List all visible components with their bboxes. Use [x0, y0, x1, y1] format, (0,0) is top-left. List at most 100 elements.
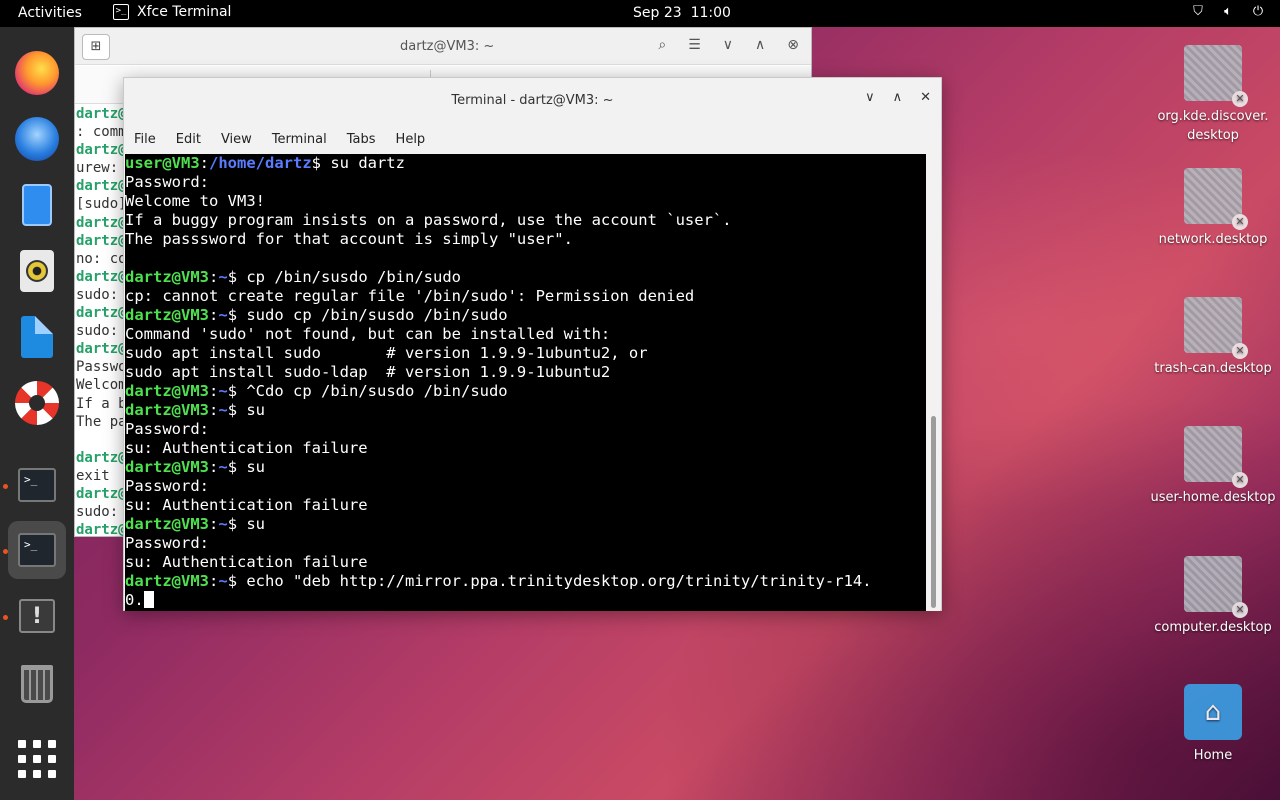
dock-help[interactable] — [8, 374, 66, 432]
output-line: Password: — [125, 534, 209, 552]
system-tray[interactable]: ⛉ 🔈︎ ⏻ — [1190, 4, 1266, 19]
command: $ sudo cp /bin/susdo /bin/sudo — [227, 306, 508, 324]
desktop-icon-label: computer.desktop — [1154, 620, 1272, 635]
shield-icon[interactable]: ⛉ — [1190, 4, 1206, 19]
search-icon[interactable]: ⌕ — [658, 37, 666, 53]
terminal-screen[interactable]: user@VM3:/home/dartz$ su dartz Password:… — [125, 154, 927, 611]
broken-file-icon: ✕ — [1184, 426, 1248, 488]
terminal-icon: >_ — [18, 533, 56, 567]
back-window-title: dartz@VM3: ~ — [400, 39, 495, 54]
menu-terminal[interactable]: Terminal — [272, 132, 337, 147]
command: $ su dartz — [311, 154, 405, 172]
power-icon[interactable]: ⏻ — [1250, 4, 1266, 19]
output-line: Password: — [125, 173, 209, 191]
command: $ cp /bin/susdo /bin/sudo — [227, 268, 461, 286]
output-line: 0. — [125, 591, 144, 609]
show-applications-button[interactable] — [8, 730, 66, 788]
command: $ ^Cdo cp /bin/susdo /bin/sudo — [227, 382, 508, 400]
output-line: sudo apt install sudo # version 1.9.9-1u… — [125, 344, 648, 362]
terminal-icon: >_ — [18, 468, 56, 502]
broken-file-icon: ✕ — [1184, 168, 1248, 230]
desktop-icon-home[interactable]: ⌂ Home — [1148, 684, 1278, 765]
minimize-icon[interactable]: ∨ — [865, 90, 875, 105]
writer-icon — [21, 316, 53, 358]
dock-xfce-terminal[interactable]: >_ — [8, 521, 66, 579]
desktop-icon-label: user-home.desktop — [1150, 490, 1276, 505]
prompt-path: ~ — [218, 382, 228, 400]
dock-software-updater[interactable]: ! — [8, 587, 66, 645]
output-line: su: Authentication failure — [125, 496, 368, 514]
dock-files[interactable] — [8, 176, 66, 234]
command: $ su — [227, 515, 266, 533]
activities-button[interactable]: Activities — [18, 5, 82, 21]
prompt-user: dartz@VM3 — [125, 515, 209, 533]
dock-trash[interactable] — [8, 655, 66, 713]
output-line: Command 'sudo' not found, but can be ins… — [125, 325, 611, 343]
output-line: sudo apt install sudo-ldap # version 1.9… — [125, 363, 611, 381]
scrollbar[interactable] — [926, 154, 940, 611]
dock-terminal[interactable]: >_ — [8, 456, 66, 514]
window-titlebar[interactable]: Terminal - dartz@VM3: ~ ∨ ∧ ✕ — [124, 78, 941, 124]
trash-icon — [21, 665, 53, 703]
output-line: su: Authentication failure — [125, 553, 368, 571]
prompt-path: ~ — [218, 458, 228, 476]
dock-rhythmbox[interactable] — [8, 242, 66, 300]
output-line: Welcome to VM3! — [125, 192, 265, 210]
clock[interactable]: Sep 23 11:00 — [633, 5, 731, 21]
rhythmbox-icon — [20, 250, 54, 292]
warning-icon: ! — [19, 599, 55, 633]
desktop-icon-network[interactable]: ✕ network.desktop — [1148, 168, 1278, 249]
prompt-path: ~ — [218, 572, 228, 590]
desktop-icon-label: Home — [1193, 748, 1233, 763]
xfce-terminal-window[interactable]: Terminal - dartz@VM3: ~ ∨ ∧ ✕ File Edit … — [123, 77, 942, 611]
desktop-icon-label: trash-can.desktop — [1154, 361, 1272, 376]
home-folder-icon: ⌂ — [1184, 684, 1242, 740]
dock-firefox[interactable] — [8, 44, 66, 102]
desktop-icon-trash-can[interactable]: ✕ trash-can.desktop — [1148, 297, 1278, 378]
clock-date: Sep 23 — [633, 5, 682, 21]
output-line: Password: — [125, 420, 209, 438]
menu-help[interactable]: Help — [396, 132, 436, 147]
prompt-user: dartz@VM3 — [125, 382, 209, 400]
prompt-user: dartz@VM3 — [125, 268, 209, 286]
prompt-path: /home/dartz — [209, 154, 312, 172]
menu-file[interactable]: File — [134, 132, 166, 147]
command: $ su — [227, 458, 266, 476]
prompt-path: ~ — [218, 268, 228, 286]
text-cursor — [143, 591, 154, 608]
chevron-down-icon[interactable]: ∨ — [723, 37, 733, 53]
prompt-user: dartz@VM3 — [125, 306, 209, 324]
desktop-icon-user-home[interactable]: ✕ user-home.desktop — [1148, 426, 1278, 507]
terminal-icon: >_ — [113, 4, 129, 20]
broken-file-icon: ✕ — [1184, 45, 1248, 107]
volume-icon[interactable]: 🔈︎ — [1220, 4, 1236, 19]
output-line: The passsword for that account is simply… — [125, 230, 573, 248]
menu-view[interactable]: View — [221, 132, 262, 147]
menu-tabs[interactable]: Tabs — [347, 132, 386, 147]
menu-edit[interactable]: Edit — [176, 132, 211, 147]
desktop-icon-computer[interactable]: ✕ computer.desktop — [1148, 556, 1278, 637]
chevron-up-icon[interactable]: ∧ — [755, 37, 765, 53]
top-bar: Activities >_ Xfce Terminal Sep 23 11:00… — [0, 0, 1280, 27]
dock: >_ >_ ! — [0, 27, 74, 800]
new-tab-button[interactable]: ⊞ — [82, 34, 110, 60]
scrollbar-thumb[interactable] — [931, 416, 936, 608]
thunderbird-icon — [15, 117, 59, 161]
dock-writer[interactable] — [8, 308, 66, 366]
command: $ echo "deb http://mirror.ppa.trinitydes… — [227, 572, 872, 590]
app-menu-label: Xfce Terminal — [137, 4, 232, 20]
close-icon[interactable]: ⊗ — [787, 37, 799, 53]
output-line: su: Authentication failure — [125, 439, 368, 457]
broken-file-icon: ✕ — [1184, 297, 1248, 359]
dock-thunderbird[interactable] — [8, 110, 66, 168]
menu-icon[interactable]: ☰ — [688, 37, 701, 53]
close-icon[interactable]: ✕ — [920, 90, 931, 105]
prompt-path: ~ — [218, 306, 228, 324]
back-window-header[interactable]: ⊞ dartz@VM3: ~ ⌕ ☰ ∨ ∧ ⊗ — [75, 28, 811, 65]
app-menu[interactable]: >_ Xfce Terminal — [113, 4, 231, 20]
desktop-icon-label: org.kde.discover. desktop — [1157, 109, 1269, 143]
clock-time: 11:00 — [690, 5, 731, 21]
maximize-icon[interactable]: ∧ — [893, 90, 903, 105]
firefox-icon — [15, 51, 59, 95]
desktop-icon-discover[interactable]: ✕ org.kde.discover. desktop — [1148, 45, 1278, 145]
